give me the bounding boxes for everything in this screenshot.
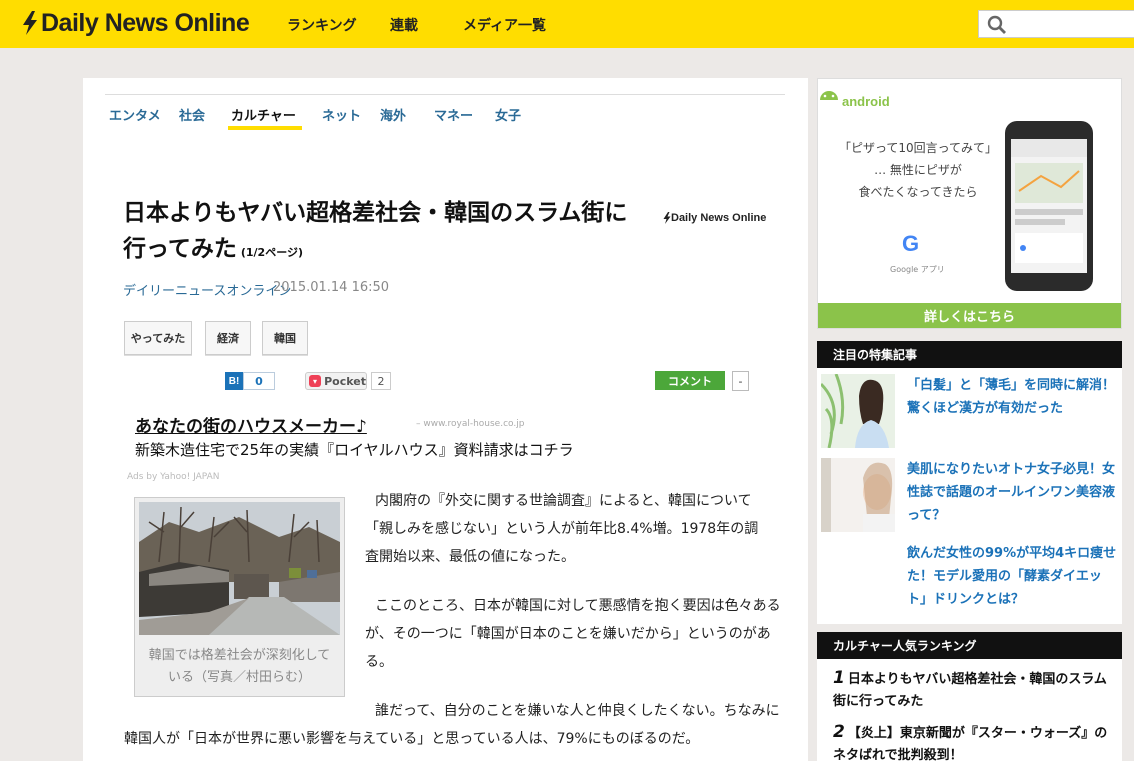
featured-item[interactable]: 「白髪」と「薄毛」を同時に解消！驚くほど漢方が有効だった [821, 374, 1118, 452]
featured-box: 注目の特集記事 「白髪」と「薄毛」を同時に解消！驚くほど漢方が有効だった 美肌に… [817, 341, 1122, 624]
title-line1: 日本よりもヤバい超格差社会・韓国のスラム街に [123, 200, 628, 226]
article-title: 日本よりもヤバい超格差社会・韓国のスラム街に 行ってみた (1/2ページ) [123, 195, 653, 271]
paragraph-1c: 査開始以来、最低の値になった。 [365, 549, 575, 565]
article-panel: エンタメ 社会 カルチャー ネット 海外 マネー 女子 日本よりもヤバい超格差社… [83, 78, 808, 761]
ad-copy: 「ピザって10回言ってみて」 … 無性にピザが 食べたくなってきたら [818, 137, 1018, 203]
nav-ranking[interactable]: ランキング [287, 15, 357, 35]
lightning-icon [23, 11, 37, 35]
tag-economy[interactable]: 経済 [205, 321, 251, 355]
source-link[interactable]: デイリーニュースオンライン [123, 280, 291, 299]
featured-thumb-woman [821, 374, 895, 448]
tab-net[interactable]: ネット [322, 105, 361, 124]
lightning-icon [663, 212, 671, 224]
pocket-count: 2 [371, 372, 391, 390]
android-ad[interactable]: android 「ピザって10回言ってみて」 … 無性にピザが 食べたくなってき… [817, 78, 1122, 329]
comment-count: - [732, 371, 749, 391]
featured-title[interactable]: 「白髪」と「薄毛」を同時に解消！驚くほど漢方が有効だった [907, 374, 1119, 420]
article-photo: 韓国では格差社会が深刻化して いる（写真／村田らむ） [134, 497, 345, 697]
ad-domain: – www.royal-house.co.jp [416, 419, 525, 429]
paragraph-2a: ここのところ、日本が韓国に対して悪感情を抱く要因は色々ある [375, 598, 781, 614]
google-app-label: Google アプリ [890, 265, 945, 274]
google-g-icon: G [902, 231, 919, 257]
tag-korea[interactable]: 韓国 [262, 321, 308, 355]
tab-entame[interactable]: エンタメ [109, 105, 161, 124]
title-line2: 行ってみた [123, 236, 237, 262]
featured-title[interactable]: 美肌になりたいオトナ女子必見！女性誌で話題のオールインワン美容液って？ [907, 458, 1119, 527]
pocket-save[interactable]: ▾ Pocket [305, 372, 367, 390]
page-indicator: (1/2ページ) [240, 246, 304, 259]
divider [105, 94, 785, 95]
featured-thumb-drink [821, 542, 895, 616]
rank-number: 1 [833, 668, 845, 688]
paragraph-1a: 内閣府の『外交に関する世論調査』によると、韓国について [375, 493, 752, 509]
paragraph-3a: 誰だって、自分のことを嫌いな人と仲良くしたくない。ちなみに [375, 703, 780, 719]
hatena-icon: B! [225, 372, 243, 390]
hatena-bookmark-button[interactable]: B! 0 [225, 372, 275, 390]
featured-thumb-skincare [821, 458, 895, 532]
tab-overseas[interactable]: 海外 [380, 105, 406, 124]
search-input[interactable] [978, 10, 1134, 38]
tab-women[interactable]: 女子 [495, 105, 521, 124]
pocket-label: Pocket [324, 374, 366, 388]
android-robot-icon [820, 91, 838, 100]
ad-more-button[interactable]: 詳しくはこちら [818, 303, 1121, 328]
tab-society[interactable]: 社会 [179, 105, 205, 124]
pocket-button[interactable]: ▾ Pocket 2 [305, 372, 391, 390]
featured-heading: 注目の特集記事 [817, 341, 1122, 368]
paragraph-3b: 韓国人が「日本が世界に悪い影響を与えている」と思っている人は、79%にものぼるの… [124, 731, 700, 747]
publish-date: 2015.01.14 16:50 [273, 280, 390, 295]
ranking-heading: カルチャー人気ランキング [817, 632, 1122, 659]
ranking-item[interactable]: 1 日本よりもヤバい超格差社会・韓国のスラム街に行ってみた [833, 667, 1118, 713]
rank-number: 2 [833, 722, 845, 742]
ranking-item[interactable]: 2 【炎上】東京新聞が『スター・ウォーズ』のネタばれで批判殺到！ [833, 721, 1118, 761]
tag-yattemita[interactable]: やってみた [124, 321, 192, 355]
google-g-letter: G [902, 231, 920, 256]
active-tab-indicator [228, 126, 302, 130]
logo-text: Daily News Online [41, 8, 250, 37]
paragraph-2c: る。 [365, 654, 393, 670]
phone-image [1005, 121, 1093, 291]
top-bar: Daily News Online ランキング 連載 メディア一覧 [0, 0, 1134, 48]
hatena-count: 0 [243, 372, 275, 390]
ad-title-link[interactable]: あなたの街のハウスメーカー♪ [135, 412, 367, 437]
rank-title[interactable]: 日本よりもヤバい超格差社会・韓国のスラム街に行ってみた [833, 672, 1107, 709]
ad-copy-line3: 食べたくなってきたら [858, 185, 978, 199]
nav-media-list[interactable]: メディア一覧 [463, 15, 546, 35]
caption-line1: 韓国では格差社会が深刻化して [148, 648, 331, 663]
comment-button[interactable]: コメント [655, 371, 725, 390]
featured-item[interactable]: 美肌になりたいオトナ女子必見！女性誌で話題のオールインワン美容液って？ [821, 458, 1118, 536]
featured-item[interactable]: 飲んだ女性の99%が平均4キロ痩せた！モデル愛用の「酵素ダイエット」ドリンクとは… [821, 542, 1118, 620]
featured-title[interactable]: 飲んだ女性の99%が平均4キロ痩せた！モデル愛用の「酵素ダイエット」ドリンクとは… [907, 542, 1119, 611]
android-wordmark: android [842, 94, 890, 109]
nav-series[interactable]: 連載 [390, 15, 418, 35]
search-icon[interactable] [987, 15, 1007, 35]
inline-logo: Daily News Online [663, 212, 766, 224]
photo-caption: 韓国では格差社会が深刻化して いる（写真／村田らむ） [139, 645, 340, 689]
ad-description[interactable]: 新築木造住宅で25年の実績『ロイヤルハウス』資料請求はコチラ [135, 439, 574, 460]
paragraph-1b: 「親しみを感じない」という人が前年比8.4%増。1978年の調 [365, 521, 759, 537]
ad-copy-line2: … 無性にピザが [874, 163, 962, 177]
rank-title[interactable]: 【炎上】東京新聞が『スター・ウォーズ』のネタばれで批判殺到！ [833, 726, 1107, 761]
ad-attribution[interactable]: Ads by Yahoo! JAPAN [127, 472, 220, 482]
ad-copy-line1: 「ピザって10回言ってみて」 [838, 141, 998, 155]
caption-line2: いる（写真／村田らむ） [167, 670, 311, 685]
tab-money[interactable]: マネー [434, 105, 473, 124]
paragraph-2b: が、その一つに「韓国が日本のことを嫌いだから」というのがあ [365, 626, 771, 642]
slum-photo [139, 502, 340, 635]
pocket-icon: ▾ [309, 375, 322, 387]
site-logo[interactable]: Daily News Online [22, 8, 250, 38]
tab-culture[interactable]: カルチャー [231, 105, 296, 124]
ranking-box: カルチャー人気ランキング 1 日本よりもヤバい超格差社会・韓国のスラム街に行ってみ… [817, 632, 1122, 761]
